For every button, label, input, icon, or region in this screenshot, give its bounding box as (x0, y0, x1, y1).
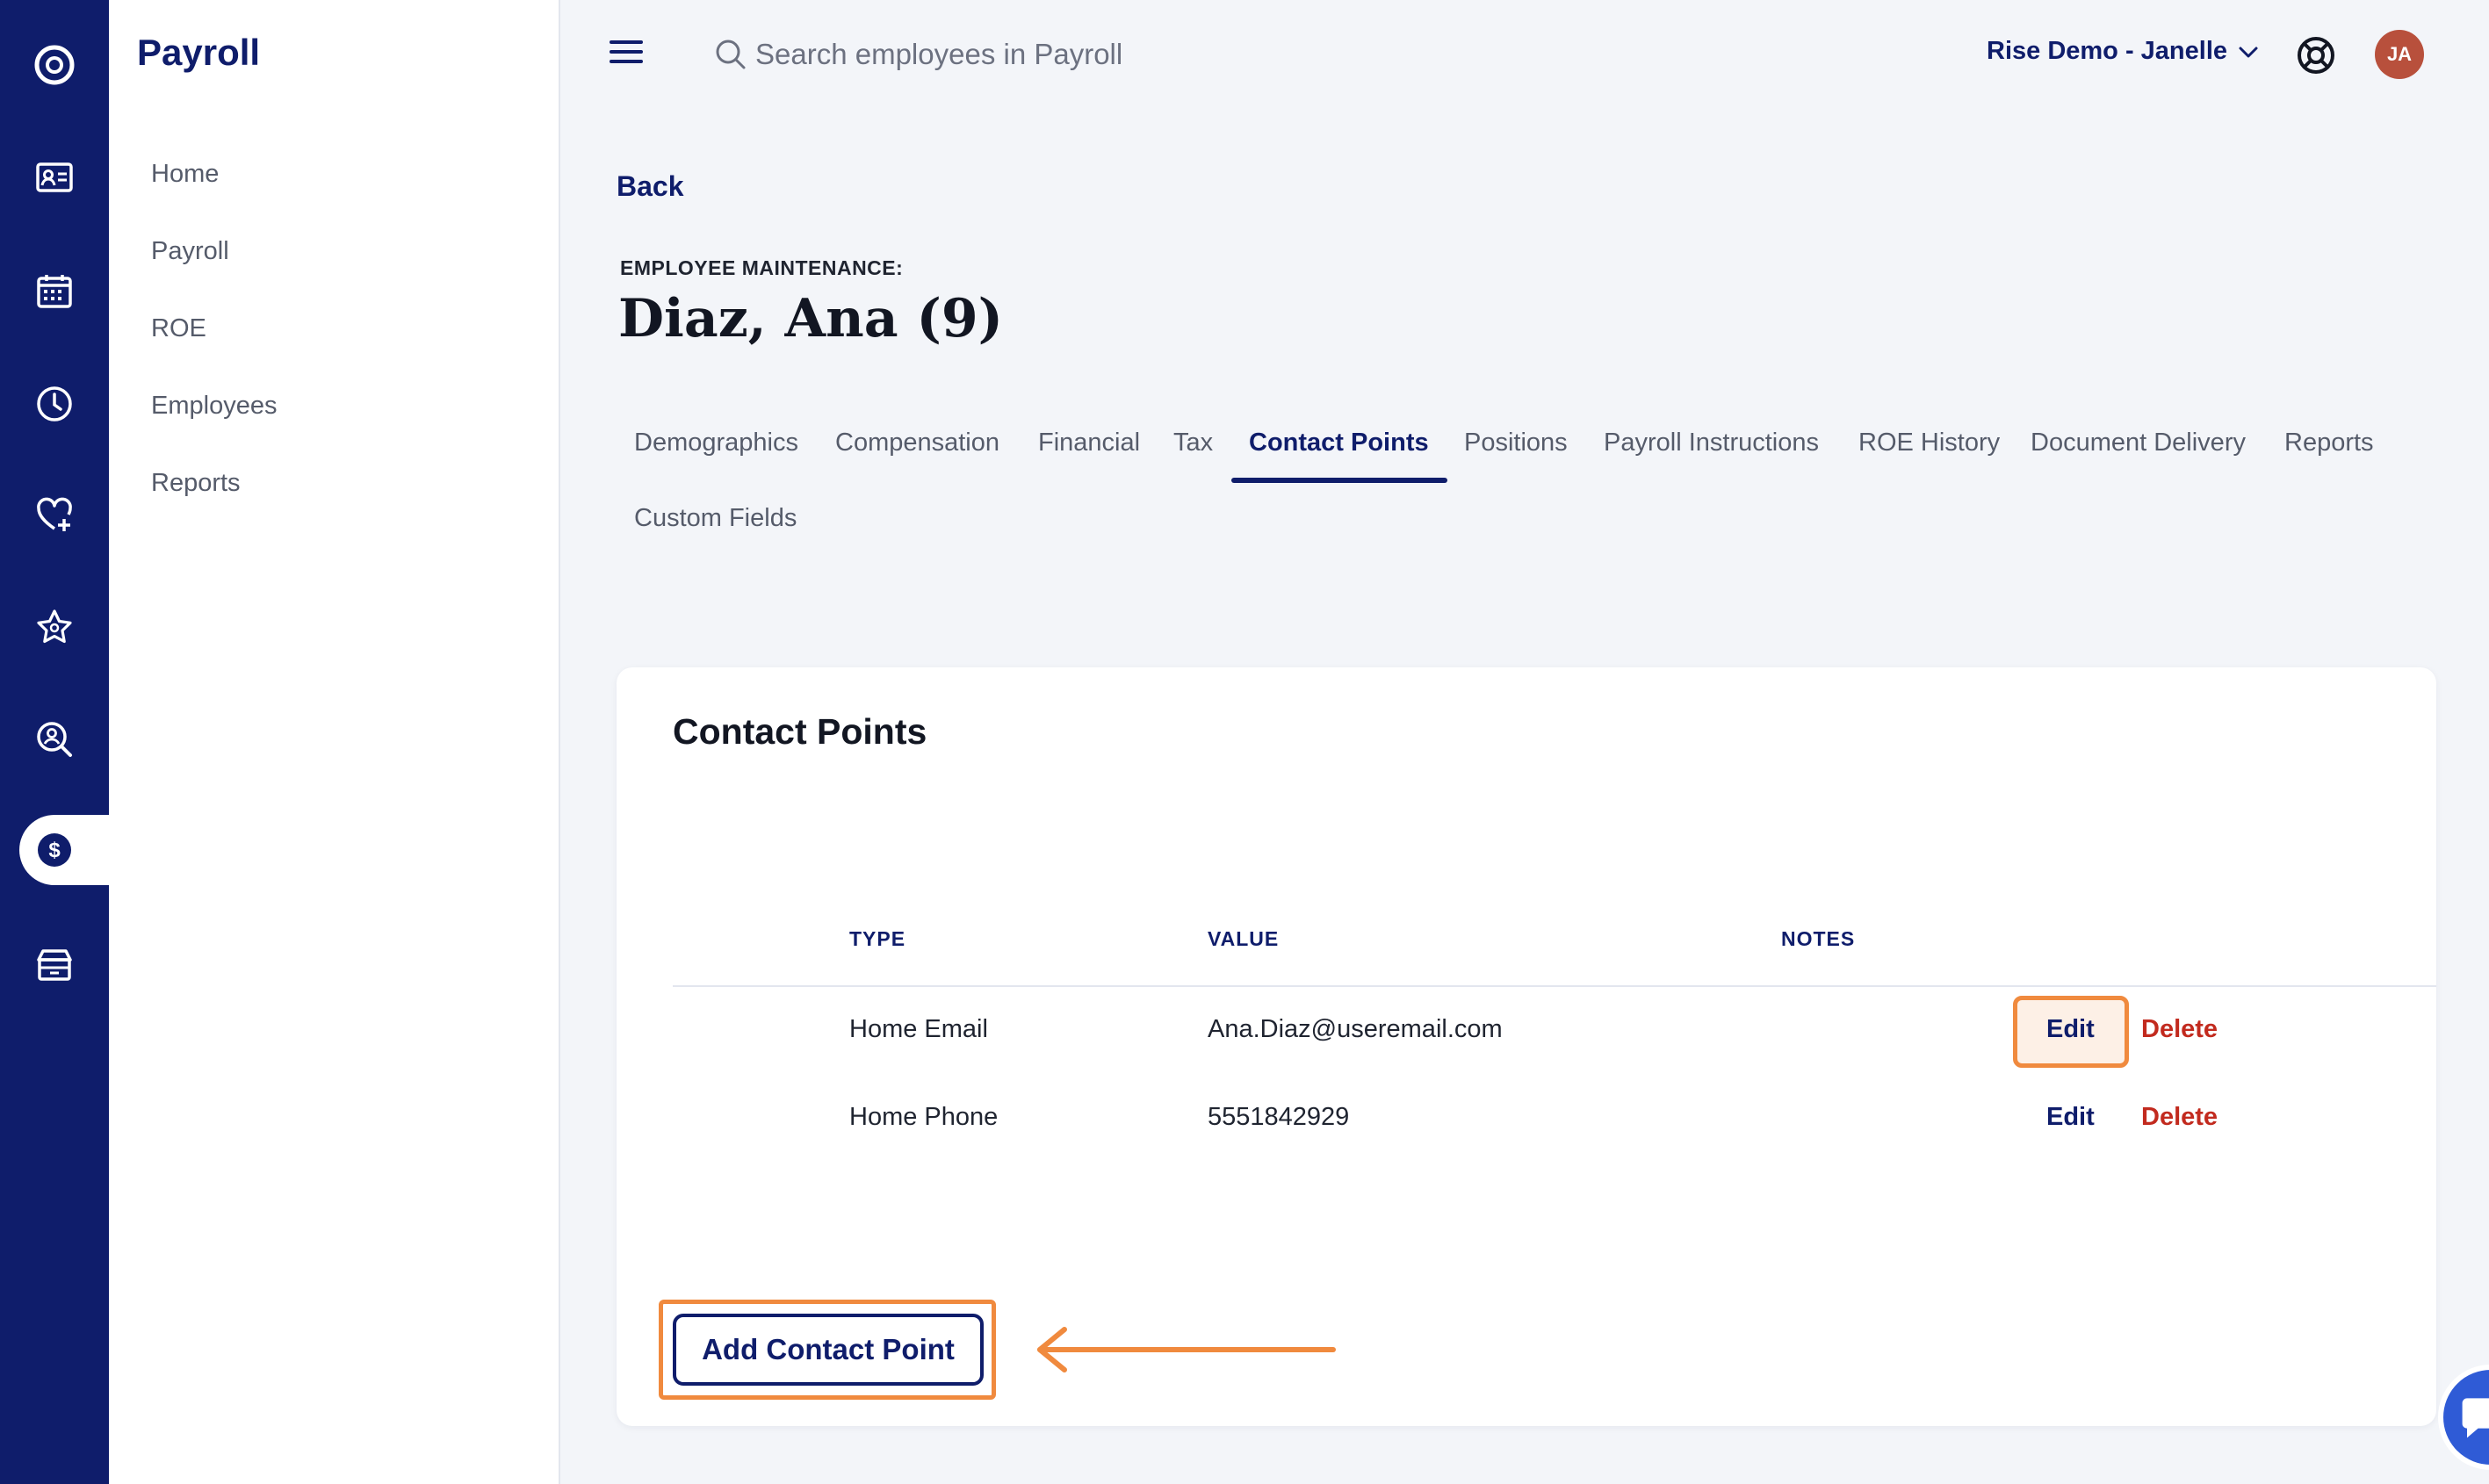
chat-bubble-icon[interactable] (2438, 1365, 2489, 1470)
search-input[interactable] (755, 38, 1300, 71)
tab-payroll-instructions[interactable]: Payroll Instructions (1604, 429, 1819, 457)
tab-reports[interactable]: Reports (2284, 429, 2374, 457)
id-card-icon[interactable] (28, 151, 81, 204)
add-contact-point-button[interactable]: Add Contact Point (673, 1314, 984, 1386)
sidebar-item-employees[interactable]: Employees (151, 392, 277, 421)
column-header-value: VALUE (1208, 927, 1280, 950)
star-icon[interactable] (28, 601, 81, 653)
tab-custom-fields[interactable]: Custom Fields (634, 504, 797, 533)
tab-compensation[interactable]: Compensation (835, 429, 999, 457)
row-type: Home Email (849, 1015, 988, 1043)
calendar-icon[interactable] (28, 265, 81, 318)
sidebar-item-payroll[interactable]: Payroll (151, 237, 229, 266)
tab-document-delivery[interactable]: Document Delivery (2031, 429, 2246, 457)
edit-button[interactable]: Edit (2046, 1015, 2095, 1044)
table-header-divider (673, 985, 2436, 987)
active-tab-indicator (1231, 478, 1447, 483)
sidebar-item-home[interactable]: Home (151, 160, 219, 189)
contact-points-card: Contact Points TYPE VALUE NOTES Home Ema… (617, 667, 2436, 1426)
tab-contact-points[interactable]: Contact Points (1249, 429, 1429, 457)
tab-demographics[interactable]: Demographics (634, 429, 798, 457)
page-eyebrow: EMPLOYEE MAINTENANCE: (620, 256, 904, 279)
box-icon[interactable] (28, 938, 81, 991)
card-title: Contact Points (673, 711, 927, 752)
arrow-left-icon (1037, 1327, 1336, 1372)
avatar[interactable]: JA (2375, 30, 2424, 79)
sidebar-item-roe[interactable]: ROE (151, 314, 206, 343)
search-person-icon[interactable] (28, 713, 81, 766)
search-icon (716, 40, 746, 69)
svg-text:$: $ (48, 839, 61, 862)
page-title: Diaz, Ana (9) (618, 288, 1004, 349)
account-label: Rise Demo - Janelle (1987, 37, 2227, 65)
tab-financial[interactable]: Financial (1038, 429, 1140, 457)
delete-button[interactable]: Delete (2141, 1015, 2218, 1044)
tab-positions[interactable]: Positions (1464, 429, 1568, 457)
sidebar-title: Payroll (137, 32, 261, 73)
icon-rail: $ (0, 0, 111, 1484)
row-value: 5551842929 (1208, 1103, 1350, 1131)
delete-button[interactable]: Delete (2141, 1103, 2218, 1132)
column-header-type: TYPE (849, 927, 906, 950)
search-bar (713, 32, 1328, 77)
column-header-notes: NOTES (1781, 927, 1856, 950)
row-type: Home Phone (849, 1103, 999, 1131)
edit-button[interactable]: Edit (2046, 1103, 2095, 1132)
help-lifebuoy-icon[interactable] (2296, 35, 2336, 76)
sidebar-item-reports[interactable]: Reports (151, 469, 241, 498)
sidebar: Payroll Home Payroll ROE Employees Repor… (109, 0, 560, 1484)
row-value: Ana.Diaz@useremail.com (1208, 1015, 1503, 1043)
heart-plus-icon[interactable] (28, 488, 81, 541)
back-link[interactable]: Back (617, 170, 684, 203)
tab-tax[interactable]: Tax (1173, 429, 1213, 457)
tab-roe-history[interactable]: ROE History (1858, 429, 2000, 457)
chevron-down-icon (2239, 47, 2258, 57)
clock-icon[interactable] (28, 378, 81, 430)
hamburger-menu-icon[interactable] (610, 40, 643, 67)
account-switcher[interactable]: Rise Demo - Janelle (1987, 37, 2261, 66)
logo-icon[interactable] (28, 39, 81, 91)
dollar-icon[interactable]: $ (28, 824, 81, 876)
